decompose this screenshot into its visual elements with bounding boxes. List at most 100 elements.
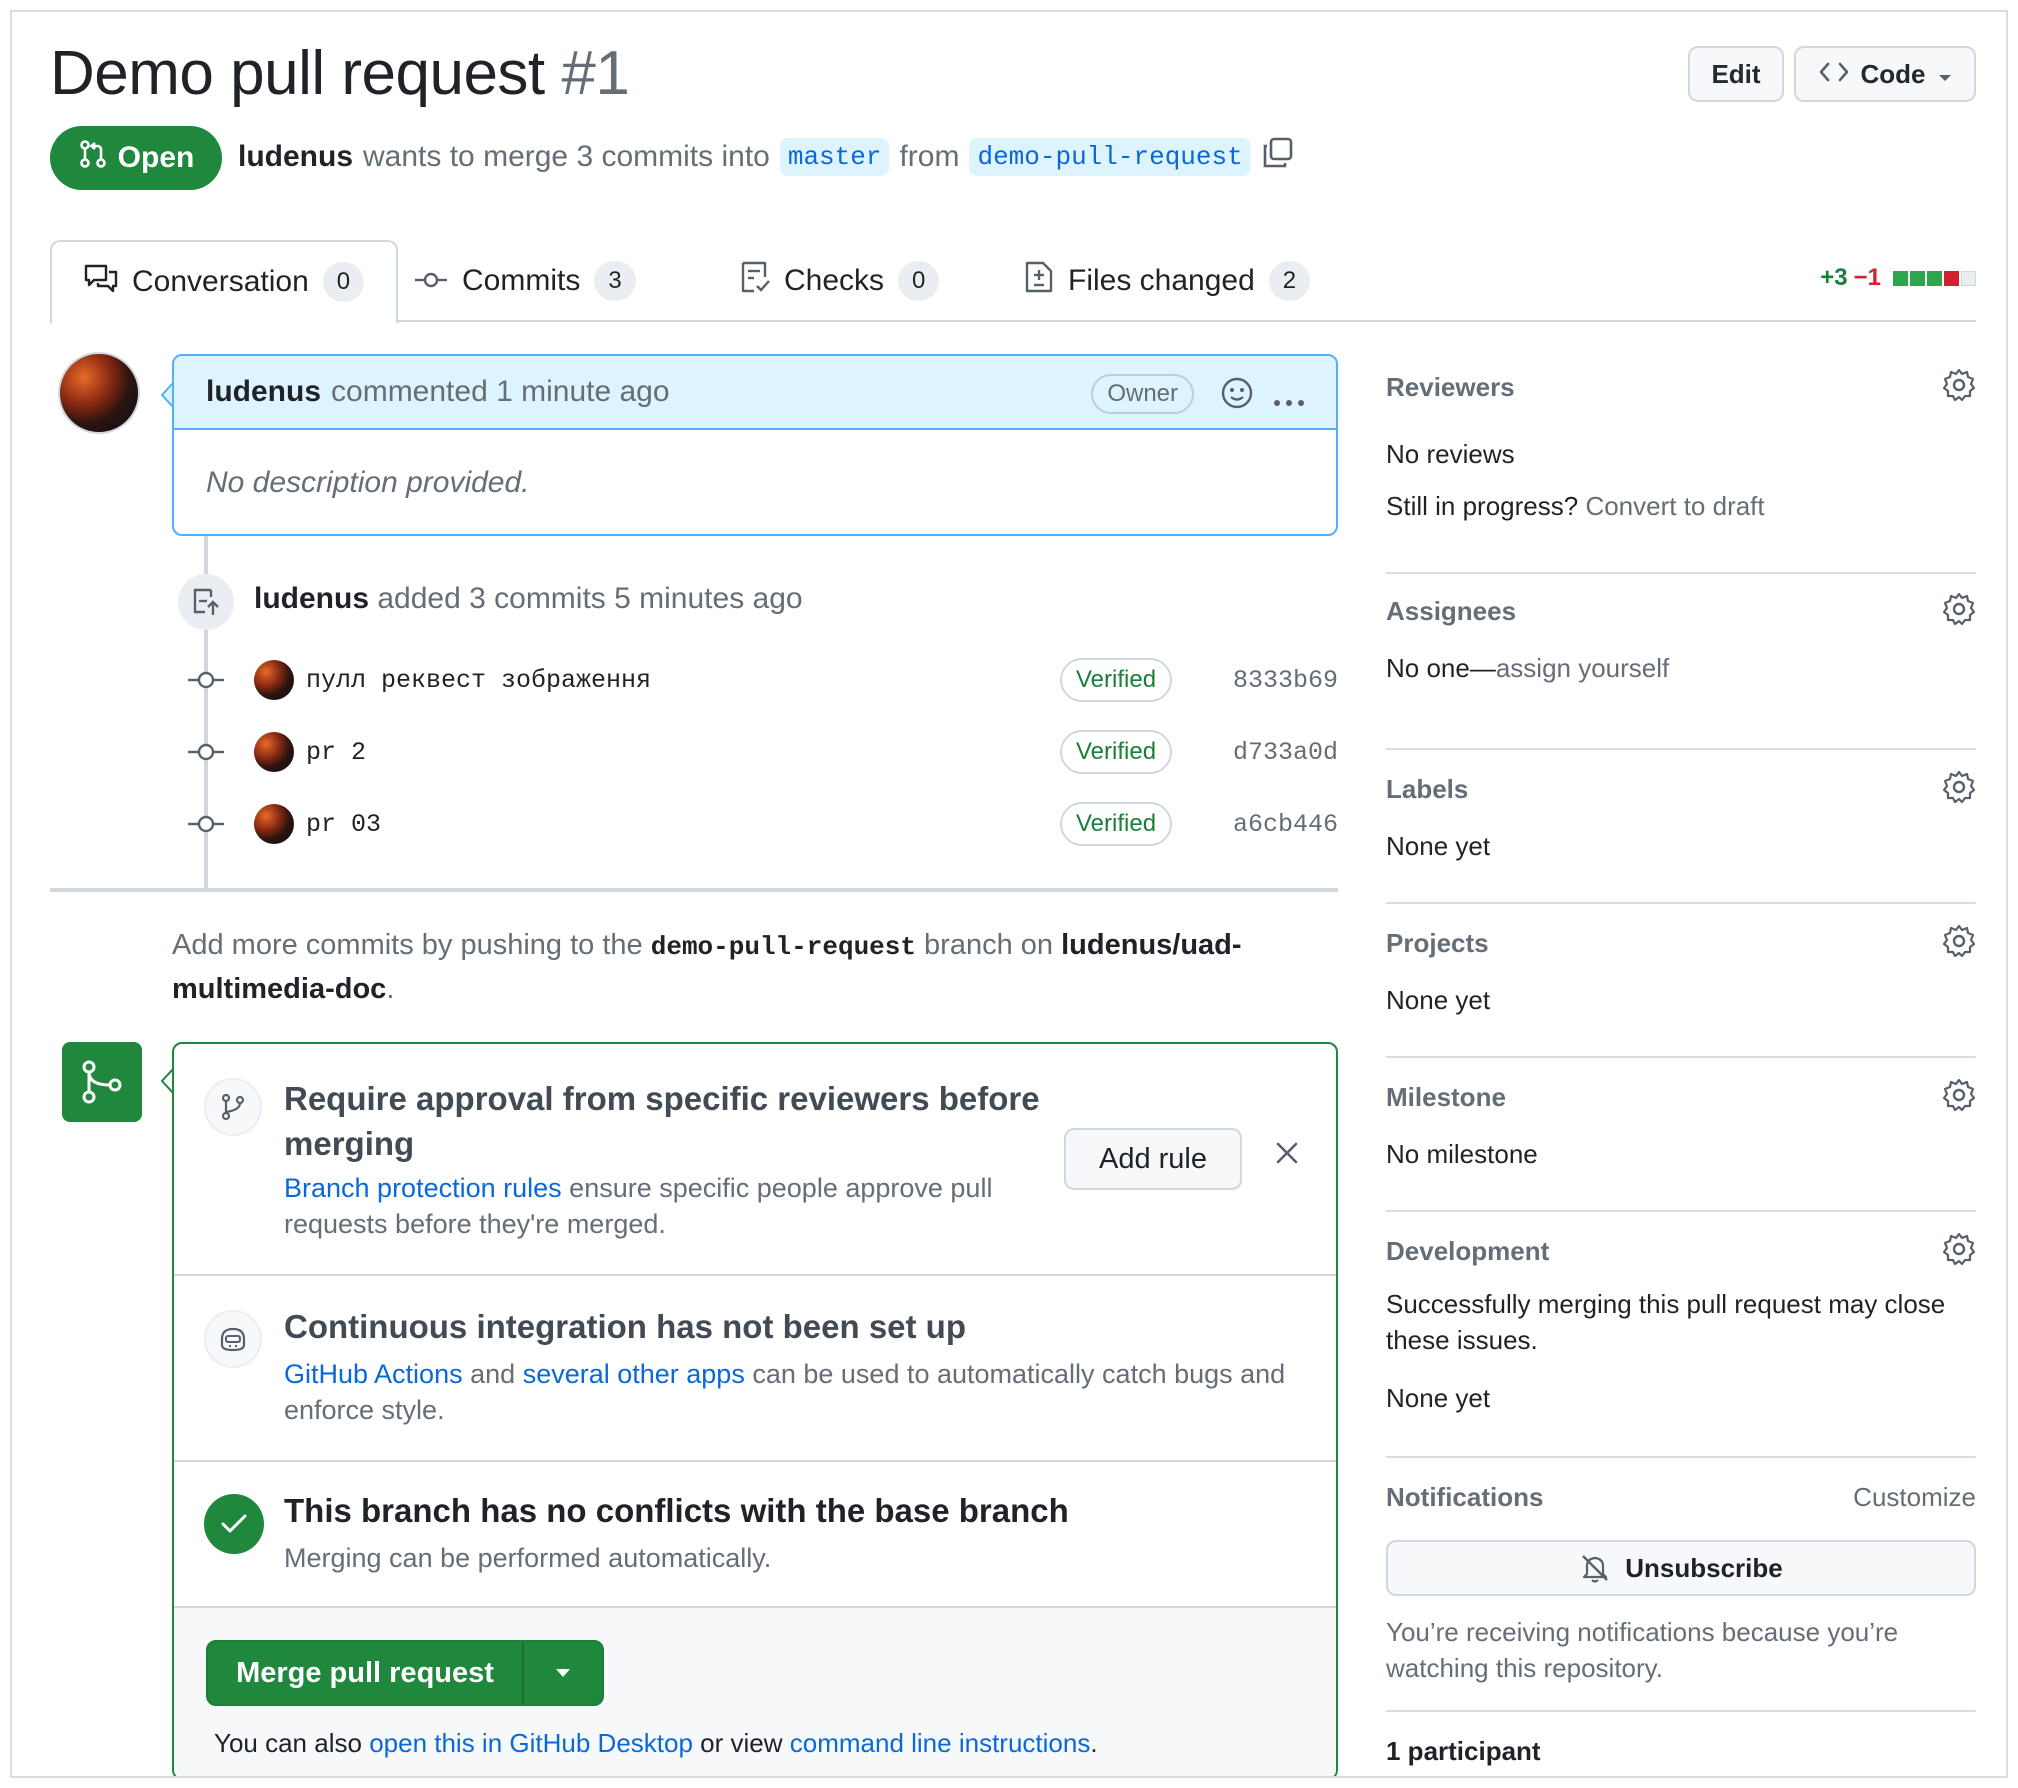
commit-message[interactable]: pr 03 (306, 810, 381, 839)
footer-middle: or view (700, 1728, 783, 1758)
hint-middle: branch on (924, 929, 1054, 961)
diffstat-block (1910, 270, 1925, 286)
conflicts-title: This branch has no conflicts with the ba… (284, 1492, 1069, 1529)
pull-request-icon (78, 139, 108, 177)
gear-icon[interactable] (1942, 1078, 1976, 1112)
verified-badge[interactable]: Verified (1060, 802, 1173, 846)
tab-label: Conversation (132, 265, 309, 298)
ci-title: Continuous integration has not been set … (284, 1308, 966, 1345)
commit-sha[interactable]: 8333b69 (1233, 666, 1338, 695)
event-author[interactable]: ludenus (254, 582, 369, 615)
gear-icon[interactable] (1942, 770, 1976, 804)
smiley-icon[interactable] (1220, 376, 1254, 418)
diffstat-additions: +3 (1820, 264, 1848, 291)
edit-button[interactable]: Edit (1688, 46, 1784, 102)
git-merge-icon (62, 1042, 142, 1122)
checklist-icon (740, 260, 770, 302)
file-diff-icon (1024, 260, 1054, 302)
ci-and: and (470, 1359, 516, 1389)
code-icon (1819, 59, 1849, 90)
sidebar-notifications: Notifications Customize Unsubscribe You’… (1386, 1458, 1976, 1712)
base-branch[interactable]: master (779, 138, 890, 176)
bell-slash-icon (1582, 1555, 1609, 1583)
merge-alternatives: You can also open this in GitHub Desktop… (214, 1728, 1098, 1759)
customize-link[interactable]: Customize (1853, 1482, 1976, 1513)
commit-message[interactable]: pr 2 (306, 738, 366, 767)
gear-icon[interactable] (1942, 1232, 1976, 1266)
tab-label: Checks (784, 264, 885, 297)
assignees-title[interactable]: Assignees (1386, 596, 1516, 627)
projects-title[interactable]: Projects (1386, 928, 1489, 959)
avatar[interactable] (58, 352, 140, 434)
hint-suffix: . (386, 973, 395, 1005)
merge-pull-request-button[interactable]: Merge pull request (208, 1642, 524, 1704)
commit-sha[interactable]: a6cb446 (1233, 810, 1338, 839)
development-title[interactable]: Development (1386, 1236, 1549, 1267)
gear-icon[interactable] (1942, 924, 1976, 958)
avatar[interactable] (254, 732, 294, 772)
diffstat-blocks (1893, 270, 1976, 286)
verified-badge[interactable]: Verified (1060, 658, 1173, 702)
footer-suffix: . (1090, 1728, 1098, 1758)
rule-desc: Branch protection rules ensure specific … (284, 1170, 1044, 1242)
git-branch-icon (204, 1078, 262, 1136)
reviewers-title[interactable]: Reviewers (1386, 372, 1515, 403)
code-button[interactable]: Code (1794, 46, 1976, 102)
convert-to-draft-link[interactable]: Convert to draft (1585, 491, 1764, 521)
tab-commits[interactable]: Commits 3 (382, 240, 668, 322)
conflicts-desc: Merging can be performed automatically. (284, 1543, 772, 1573)
status-badge-open: Open (50, 126, 222, 190)
avatar[interactable] (254, 804, 294, 844)
assign-yourself-link[interactable]: assign yourself (1496, 653, 1669, 683)
github-actions-link[interactable]: GitHub Actions (284, 1359, 463, 1389)
verified-badge[interactable]: Verified (1060, 730, 1173, 774)
tab-files-changed[interactable]: Files changed 2 (992, 240, 1342, 322)
gear-icon[interactable] (1942, 592, 1976, 626)
gear-icon[interactable] (1942, 368, 1976, 402)
timeline-divider (50, 888, 1338, 892)
tab-counter: 2 (1268, 261, 1311, 301)
ci-desc: GitHub Actions and several other apps ca… (284, 1356, 1294, 1428)
sidebar-development: Development Successfully merging this pu… (1386, 1212, 1976, 1458)
author-link[interactable]: ludenus (238, 140, 353, 174)
pr-number: #1 (561, 39, 630, 108)
command-line-link[interactable]: command line instructions (790, 1728, 1091, 1758)
comment-author[interactable]: ludenus (206, 375, 321, 409)
participants-title: 1 participant (1386, 1736, 1541, 1766)
branch-protection-link[interactable]: Branch protection rules (284, 1173, 562, 1203)
rule-title: Require approval from specific reviewers… (284, 1080, 1040, 1162)
merge-summary: ludenus wants to merge 3 commits into ma… (238, 136, 1295, 178)
add-rule-button[interactable]: Add rule (1064, 1128, 1242, 1190)
open-in-desktop-link[interactable]: open this in GitHub Desktop (369, 1728, 693, 1758)
pr-tabs: Conversation 0 Commits 3 Checks 0 Files … (50, 240, 1976, 324)
milestone-title[interactable]: Milestone (1386, 1082, 1506, 1113)
close-icon[interactable] (1274, 1140, 1300, 1166)
sidebar-projects: Projects None yet (1386, 904, 1976, 1058)
merge-text: wants to merge 3 commits into (363, 140, 770, 173)
copy-icon[interactable] (1261, 136, 1295, 178)
diffstat-block (1893, 270, 1908, 286)
page-frame: Demo pull request #1 Edit Code Open lude… (10, 10, 2008, 1778)
tab-conversation[interactable]: Conversation 0 (50, 240, 399, 324)
commit-row: пулл реквест зображення Verified 8333b69 (188, 656, 1338, 704)
avatar[interactable] (254, 660, 294, 700)
tab-checks[interactable]: Checks 0 (708, 240, 971, 322)
conversation-icon (84, 263, 118, 301)
pr-title: Demo pull request #1 (50, 38, 630, 109)
comment-body: No description provided. (206, 466, 530, 499)
assignees-none: No one— (1386, 653, 1496, 683)
commit-dot-icon (188, 743, 224, 761)
commit-sha[interactable]: d733a0d (1233, 738, 1338, 767)
head-branch[interactable]: demo-pull-request (969, 138, 1251, 176)
hint-prefix: Add more commits by pushing to the (172, 929, 643, 961)
other-apps-link[interactable]: several other apps (523, 1359, 745, 1389)
kebab-menu-icon[interactable] (1272, 382, 1306, 416)
commit-message[interactable]: пулл реквест зображення (306, 666, 651, 695)
merge-options-dropdown[interactable] (524, 1642, 602, 1704)
unsubscribe-button[interactable]: Unsubscribe (1386, 1540, 1976, 1596)
sidebar-reviewers: Reviewers No reviews Still in progress? … (1386, 368, 1976, 574)
development-desc: Successfully merging this pull request m… (1386, 1289, 1946, 1355)
notifications-title: Notifications (1386, 1482, 1544, 1512)
commit-icon (414, 264, 448, 298)
labels-title[interactable]: Labels (1386, 774, 1468, 805)
